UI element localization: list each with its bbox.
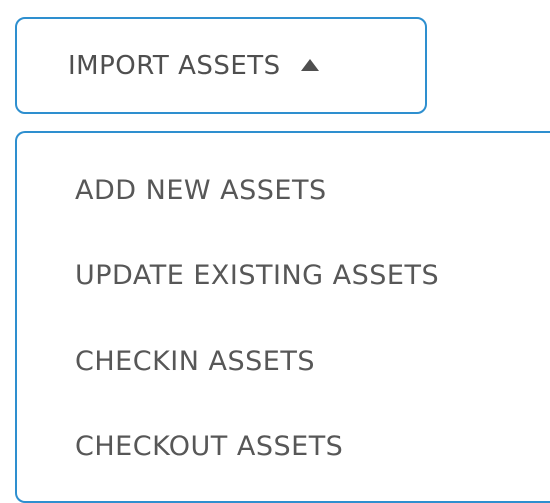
import-assets-menu: ADD NEW ASSETS UPDATE EXISTING ASSETS CH… <box>15 131 550 503</box>
menu-item-checkout-assets[interactable]: CHECKOUT ASSETS <box>17 411 550 481</box>
menu-item-add-new-assets[interactable]: ADD NEW ASSETS <box>17 155 550 225</box>
caret-up-icon <box>300 58 319 71</box>
menu-item-update-existing-assets[interactable]: UPDATE EXISTING ASSETS <box>17 240 550 310</box>
menu-item-checkin-assets[interactable]: CHECKIN ASSETS <box>17 326 550 396</box>
dropdown-button-label: IMPORT ASSETS <box>68 50 281 81</box>
import-assets-widget: IMPORT ASSETS ADD NEW ASSETS UPDATE EXIS… <box>0 0 550 503</box>
import-assets-dropdown-button[interactable]: IMPORT ASSETS <box>15 17 427 114</box>
